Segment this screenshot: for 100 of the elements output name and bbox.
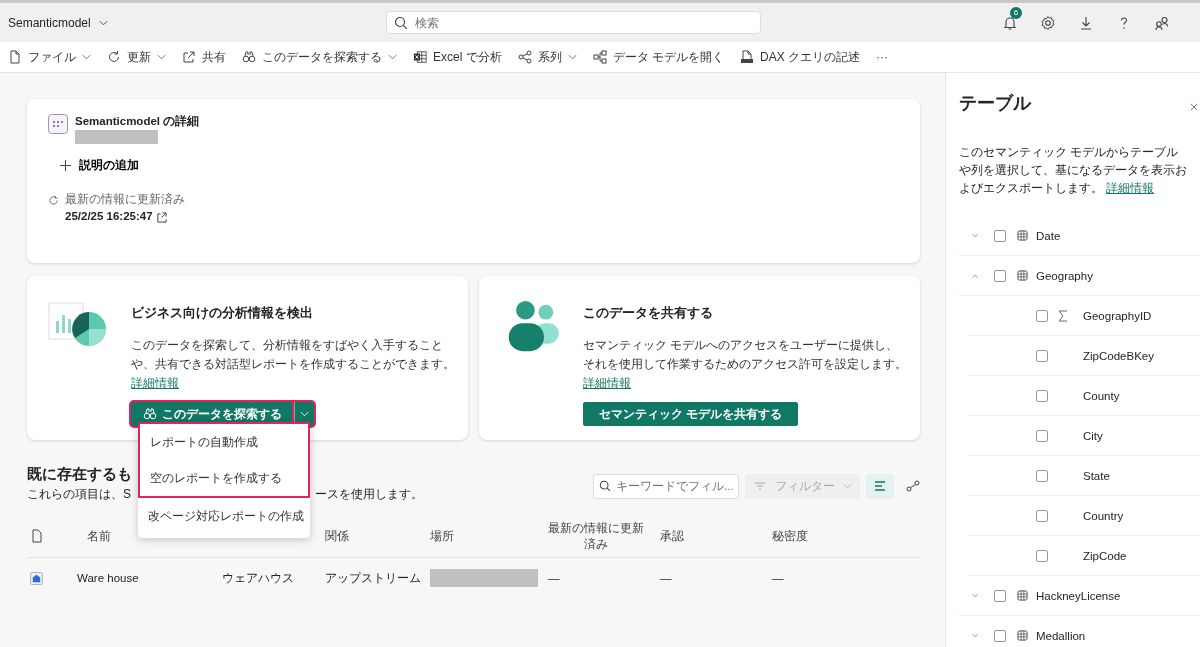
file-icon — [30, 529, 44, 543]
column-name[interactable]: Country — [1083, 509, 1124, 522]
chevron-down-icon — [300, 411, 309, 417]
refresh-icon — [48, 195, 59, 206]
menu-item[interactable]: 空のレポートを作成する — [140, 460, 308, 496]
lineage-icon — [517, 50, 532, 64]
learn-more-link[interactable]: 詳細情報 — [131, 377, 179, 389]
column-header[interactable]: 最新の情報に更新済み — [548, 520, 644, 552]
more-button[interactable]: ··· — [876, 50, 889, 64]
notification-badge: 6 — [1010, 6, 1022, 19]
table-name[interactable]: HackneyLicense — [1036, 589, 1121, 602]
column-header[interactable]: 秘密度 — [772, 528, 920, 544]
refresh-icon — [107, 50, 121, 64]
binoculars-icon — [143, 407, 157, 421]
chevron-down-icon[interactable] — [98, 19, 108, 26]
checkbox[interactable] — [1036, 469, 1048, 482]
column-header[interactable]: 承認 — [660, 528, 772, 544]
card-title: ビジネス向けの分析情報を検出 — [131, 304, 314, 322]
menu-item[interactable]: レポートの自動作成 — [140, 424, 308, 460]
chevron-up-icon[interactable] — [971, 272, 979, 279]
column-name[interactable]: County — [1083, 389, 1120, 402]
toolbar-button[interactable]: このデータを探索する — [242, 48, 397, 66]
chevron-down-icon — [843, 483, 852, 489]
table-name[interactable]: Date — [1036, 229, 1061, 242]
keyword-search-field[interactable]: キーワードでフィル... — [593, 473, 739, 499]
checkbox[interactable] — [994, 269, 1006, 282]
open-external-icon[interactable] — [155, 212, 167, 223]
toolbar-button[interactable]: 更新 — [107, 48, 166, 66]
column-name[interactable]: City — [1083, 429, 1103, 442]
table-cell-text: ウェアハウス — [222, 570, 295, 586]
table-name[interactable]: Medallion — [1036, 629, 1086, 642]
refresh-label: 最新の情報に更新済み — [65, 193, 185, 205]
column-name[interactable]: ZipCode — [1083, 549, 1127, 562]
column-header[interactable]: 関係 — [325, 528, 430, 544]
chevron-down-icon[interactable] — [971, 632, 979, 639]
table-cell-text: — — [660, 572, 673, 584]
table-cell-text: — — [548, 572, 561, 584]
share-icon — [182, 50, 196, 64]
list-icon — [873, 479, 887, 493]
bell-icon[interactable] — [1002, 14, 1018, 31]
section-subtitle: ースを使用します。 — [315, 486, 423, 503]
lineage-view-icon[interactable] — [906, 479, 920, 493]
table-name[interactable]: Geography — [1036, 269, 1093, 282]
refresh-time: 25/2/25 16:25:47 — [65, 210, 153, 222]
checkbox[interactable] — [1036, 349, 1048, 362]
model-diagram-icon — [592, 50, 607, 64]
add-description-button[interactable]: 説明の追加 — [60, 158, 139, 173]
checkbox[interactable] — [1036, 509, 1048, 522]
list-view-button[interactable] — [866, 473, 894, 499]
table-icon — [1017, 230, 1028, 241]
workspace-title[interactable]: Semanticmodel — [8, 15, 91, 30]
checkbox[interactable] — [994, 589, 1006, 602]
column-header[interactable]: 場所 — [430, 528, 548, 544]
download-icon[interactable] — [1078, 14, 1094, 31]
search-icon — [393, 15, 408, 30]
toolbar-button[interactable]: 共有 — [182, 48, 226, 66]
menu-item[interactable]: 改ページ対応レポートの作成 — [138, 498, 310, 534]
panel-title: テーブル — [959, 92, 1031, 115]
toolbar-button[interactable]: ファイル — [8, 48, 91, 66]
people-icon[interactable] — [1154, 14, 1170, 31]
checkbox[interactable] — [1036, 389, 1048, 402]
learn-more-link[interactable]: 詳細情報 — [583, 377, 631, 389]
chevron-down-icon[interactable] — [971, 592, 979, 599]
table-icon — [1017, 590, 1028, 601]
toolbar-button[interactable]: DAX クエリの記述 — [740, 48, 861, 66]
sigma-icon — [1058, 309, 1068, 322]
binoculars-icon — [242, 50, 256, 64]
checkbox[interactable] — [994, 229, 1006, 242]
checkbox[interactable] — [1036, 549, 1048, 562]
query-file-icon — [740, 50, 755, 64]
settings-icon[interactable] — [1040, 14, 1056, 31]
learn-more-link[interactable]: 詳細情報 — [1106, 182, 1155, 194]
table-cell-text: — — [772, 572, 785, 584]
column-name[interactable]: State — [1083, 469, 1110, 482]
spreadsheet-icon — [413, 50, 427, 64]
checkbox[interactable] — [994, 629, 1006, 642]
close-icon[interactable] — [1190, 103, 1198, 111]
toolbar-button[interactable]: Excel で分析 — [413, 48, 502, 66]
search-field[interactable]: 検索 — [385, 11, 761, 34]
warehouse-icon — [30, 571, 43, 585]
table-icon — [1017, 270, 1028, 281]
card-description: このデータを探索して、分析情報をすばやく入手することや、共有できる対話型レポートを作成することができます。 詳細情報 — [131, 338, 456, 391]
search-icon — [599, 480, 611, 492]
table-cell[interactable]: Ware house — [77, 572, 222, 584]
section-title: 既に存在するも — [27, 465, 132, 484]
checkbox[interactable] — [1036, 309, 1048, 322]
plus-icon — [60, 160, 71, 171]
panel-description: このセマンティック モデルからテーブルや列を選択して、基になるデータを表示およびエクスポートします。 詳細情報 — [959, 145, 1188, 196]
primary-button[interactable]: セマンティック モデルを共有する — [583, 402, 799, 426]
details-title: Semanticmodel の詳細 — [75, 114, 200, 129]
checkbox[interactable] — [1036, 429, 1048, 442]
toolbar-button[interactable]: データ モデルを開く — [592, 48, 725, 66]
table-cell-text: アップストリーム — [325, 570, 422, 586]
chevron-down-icon[interactable] — [971, 232, 979, 239]
toolbar-button[interactable]: 系列 — [517, 48, 577, 66]
model-icon — [48, 114, 68, 134]
column-name[interactable]: GeographyID — [1083, 309, 1152, 322]
column-name[interactable]: ZipCodeBKey — [1083, 349, 1154, 362]
filter-icon — [753, 479, 767, 493]
document-icon — [8, 50, 22, 64]
